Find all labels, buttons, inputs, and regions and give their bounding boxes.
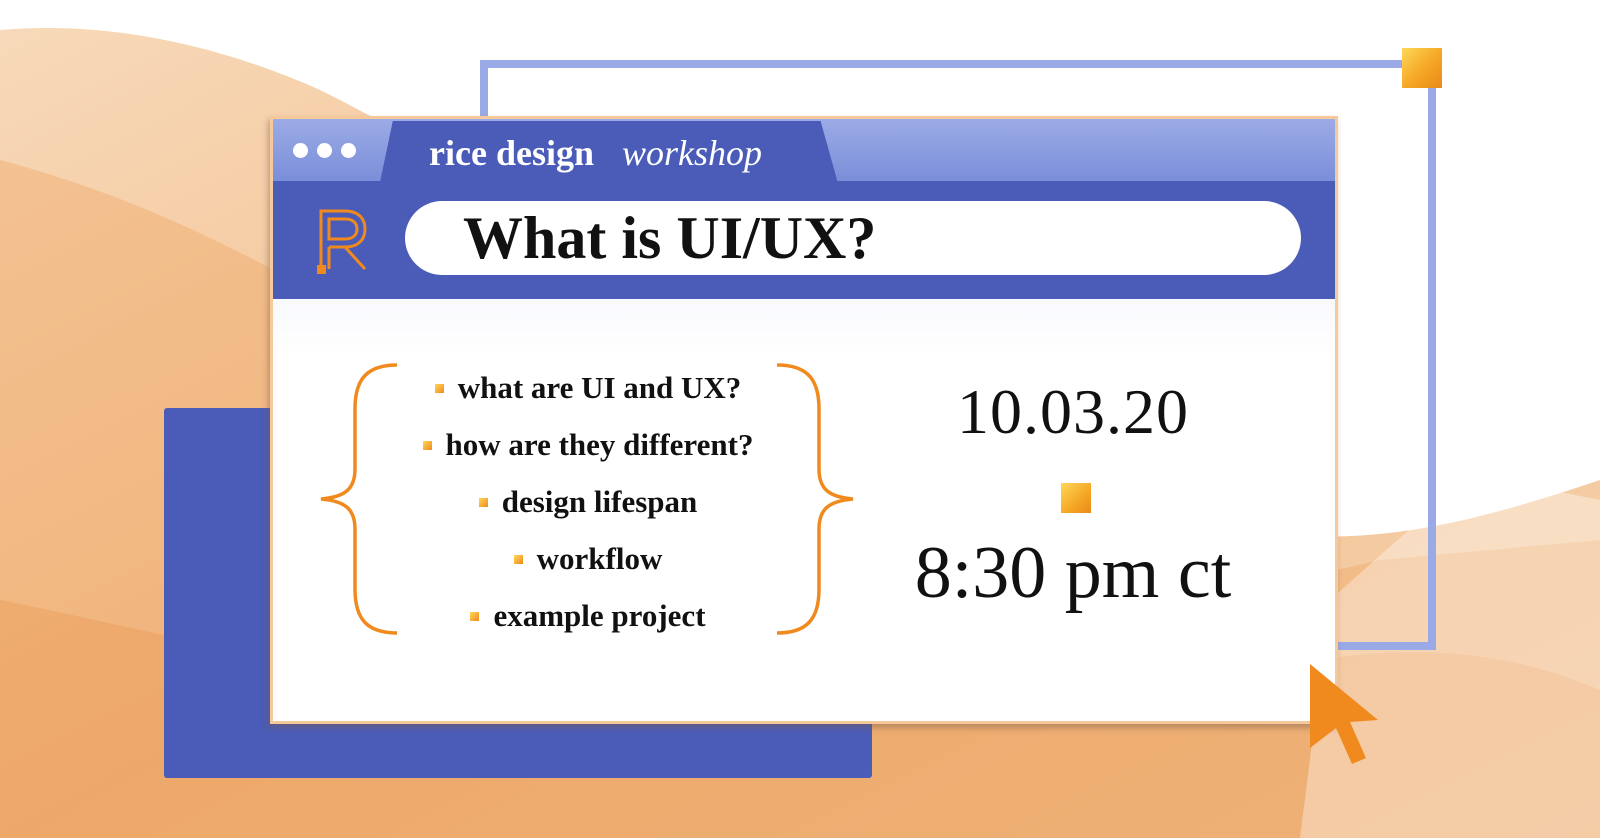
list-item: workflow <box>373 530 803 587</box>
browser-window: rice design workshop What is UI/UX? what … <box>270 116 1338 724</box>
agenda-item-label: how are they different? <box>445 427 754 462</box>
window-dot <box>341 143 356 158</box>
agenda-item-label: what are UI and UX? <box>457 370 742 405</box>
address-bar[interactable]: What is UI/UX? <box>405 201 1301 275</box>
tab-subtitle: workshop <box>621 133 762 173</box>
window-dot <box>293 143 308 158</box>
square-bullet-icon <box>470 612 480 622</box>
square-bullet-icon <box>434 384 444 394</box>
r-logo-icon <box>317 209 367 274</box>
tab-label: rice design workshop <box>429 132 762 174</box>
square-bullet-icon <box>422 441 432 451</box>
agenda-list: what are UI and UX? how are they differe… <box>373 359 803 644</box>
accent-square <box>1402 48 1442 88</box>
agenda-item-label: workflow <box>536 541 663 576</box>
square-divider-icon <box>1061 483 1091 513</box>
window-dot <box>317 143 332 158</box>
tab-title: rice design <box>429 133 594 173</box>
event-time: 8:30 pm ct <box>914 532 1232 614</box>
list-item: example project <box>373 587 803 644</box>
list-item: design lifespan <box>373 473 803 530</box>
square-bullet-icon <box>513 555 523 565</box>
list-item: how are they different? <box>373 416 803 473</box>
event-date: 10.03.20 <box>957 376 1189 447</box>
square-bullet-icon <box>478 498 488 508</box>
list-item: what are UI and UX? <box>373 359 803 416</box>
three-dots-icon[interactable] <box>293 143 356 158</box>
page-title: What is UI/UX? <box>463 205 877 271</box>
agenda-item-label: example project <box>493 598 706 633</box>
agenda-item-label: design lifespan <box>501 484 698 519</box>
cursor-arrow-icon <box>1310 664 1378 764</box>
